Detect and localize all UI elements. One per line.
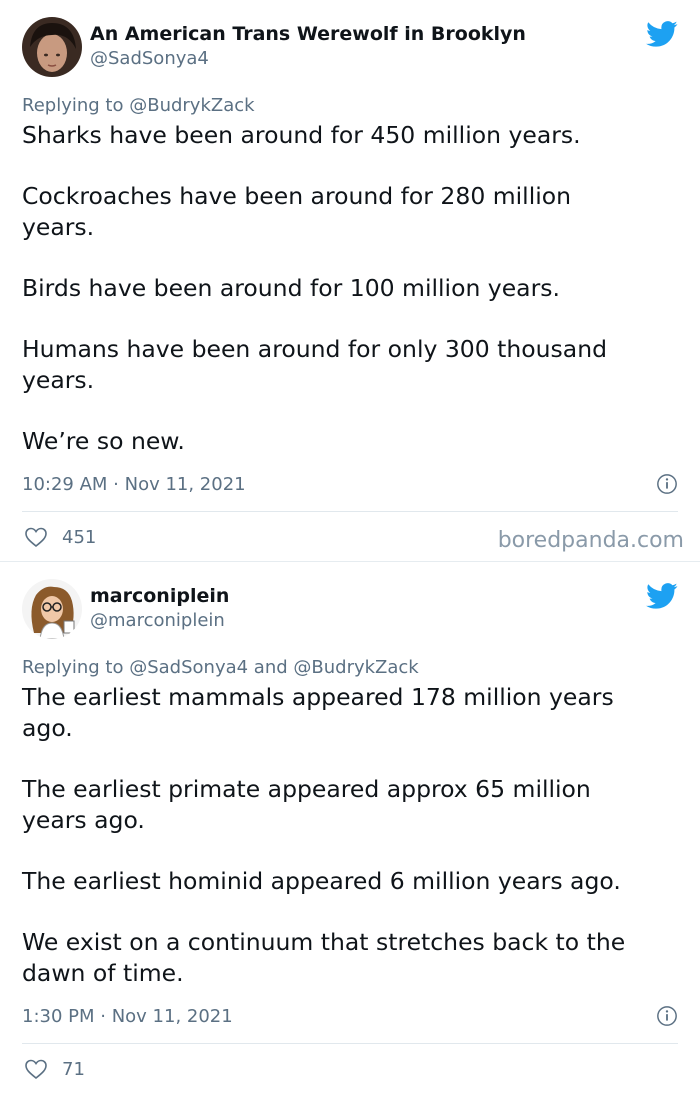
avatar[interactable] bbox=[22, 579, 82, 639]
heart-outline-icon[interactable] bbox=[24, 1057, 48, 1081]
tweet-paragraph: We exist on a continuum that stretches b… bbox=[22, 928, 626, 987]
twitter-bird-icon[interactable] bbox=[646, 18, 678, 50]
info-icon[interactable] bbox=[656, 1005, 678, 1027]
tweet-paragraph: Cockroaches have been around for 280 mil… bbox=[22, 182, 572, 241]
user-handle[interactable]: @SadSonya4 bbox=[90, 46, 526, 72]
tweet-paragraph: Humans have been around for only 300 tho… bbox=[22, 335, 608, 394]
user-handle[interactable]: @marconiplein bbox=[90, 608, 229, 634]
tweet-meta: 10:29 AM · Nov 11, 2021 bbox=[22, 469, 678, 499]
display-name[interactable]: marconiplein bbox=[90, 584, 229, 608]
like-count[interactable]: 451 bbox=[62, 527, 96, 548]
heart-outline-icon[interactable] bbox=[24, 525, 48, 549]
tweet-paragraph: The earliest mammals appeared 178 millio… bbox=[22, 683, 614, 742]
timestamp-link[interactable]: 1:30 PM · Nov 11, 2021 bbox=[22, 1006, 233, 1027]
reply-prefix: Replying to bbox=[22, 95, 124, 116]
reply-mention-link[interactable]: @SadSonya4 and @BudrykZack bbox=[129, 657, 419, 678]
tweet-paragraph: The earliest hominid appeared 6 million … bbox=[22, 867, 621, 895]
reply-mention-link[interactable]: @BudrykZack bbox=[129, 95, 254, 116]
twitter-bird-icon[interactable] bbox=[646, 580, 678, 612]
watermark: boredpanda.com bbox=[497, 528, 684, 553]
like-count[interactable]: 71 bbox=[62, 1059, 85, 1080]
tweet-paragraph: The earliest primate appeared approx 65 … bbox=[22, 775, 591, 834]
tweet-card-2: marconiplein @marconiplein Replying to @… bbox=[0, 562, 700, 1094]
timestamp-link[interactable]: 10:29 AM · Nov 11, 2021 bbox=[22, 474, 246, 495]
reply-context: Replying to @SadSonya4 and @BudrykZack bbox=[22, 656, 678, 680]
tweet-header: An American Trans Werewolf in Brooklyn @… bbox=[22, 0, 678, 77]
tweet-text: The earliest mammals appeared 178 millio… bbox=[22, 682, 678, 989]
reply-prefix: Replying to bbox=[22, 657, 124, 678]
tweet-paragraph: Sharks have been around for 450 million … bbox=[22, 121, 581, 149]
tweet-paragraph: Birds have been around for 100 million y… bbox=[22, 274, 560, 302]
avatar[interactable] bbox=[22, 17, 82, 77]
tweet-paragraph: We’re so new. bbox=[22, 427, 185, 455]
reply-context: Replying to @BudrykZack bbox=[22, 94, 678, 118]
tweet-text: Sharks have been around for 450 million … bbox=[22, 120, 678, 457]
info-icon[interactable] bbox=[656, 473, 678, 495]
tweet-actions: 71 bbox=[22, 1044, 678, 1094]
tweet-header: marconiplein @marconiplein bbox=[22, 562, 678, 639]
tweet-card-1: An American Trans Werewolf in Brooklyn @… bbox=[0, 0, 700, 562]
display-name[interactable]: An American Trans Werewolf in Brooklyn bbox=[90, 22, 526, 46]
tweet-meta: 1:30 PM · Nov 11, 2021 bbox=[22, 1001, 678, 1031]
